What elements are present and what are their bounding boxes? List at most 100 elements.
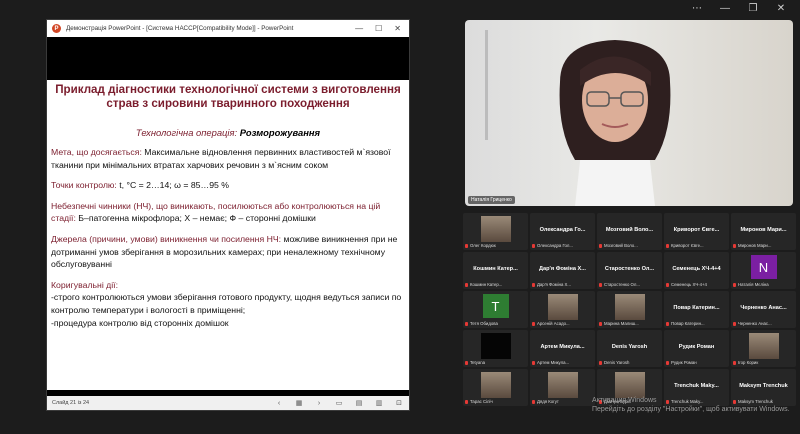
avatar: N <box>750 255 777 279</box>
participant-label: Повар Катерин... <box>666 321 727 326</box>
participant-label: Криворот Євге... <box>666 243 727 248</box>
windows-watermark: Активация Windows Перейдіть до розділу "… <box>592 397 790 413</box>
mic-muted-icon <box>733 282 736 287</box>
participant-label: Дар'я Фоміна Х... <box>532 282 593 287</box>
goal-section: Мета, що досягається: Максимальне віднов… <box>51 147 391 170</box>
main-video-name: Наталія Гриценко <box>468 196 515 204</box>
participant-name: Дар'я Фоміна Х... <box>539 266 586 272</box>
participant-label: Миронов Мари... <box>733 243 794 248</box>
slide-title: Приклад діагностики технологічної систем… <box>55 83 401 110</box>
main-video[interactable] <box>465 20 793 206</box>
minimize-icon[interactable]: — <box>718 3 732 14</box>
participant-name: Повар Катерин... <box>673 305 720 311</box>
participant-label: Тетя Обидова <box>465 321 526 326</box>
participant-tile[interactable]: Олег Кордюк <box>463 213 528 250</box>
control-points-section: Точки контролю: t, °С = 2…14; ω = 85…95 … <box>51 180 229 191</box>
avatar <box>614 294 645 320</box>
slide-sorter-icon[interactable]: ▦ <box>289 399 309 407</box>
participant-label: Тарас Сіліч <box>465 399 526 404</box>
normal-view-icon[interactable]: ▭ <box>329 399 349 407</box>
avatar <box>614 372 645 398</box>
participant-tile[interactable]: Кошмин Катер... Кошмин Катер... <box>463 252 528 289</box>
participant-label: Наталія Мєліна <box>733 282 794 287</box>
participant-tile[interactable]: Ігор Корик <box>731 330 796 367</box>
participant-name: Мозговий Воло... <box>605 227 654 233</box>
restore-icon[interactable]: ❐ <box>746 3 760 14</box>
mic-muted-icon <box>465 360 468 365</box>
participant-tile[interactable]: Denis Yarosh Denis Yarosh <box>597 330 662 367</box>
mic-muted-icon <box>465 399 468 404</box>
participant-tile[interactable]: Артем Микула... Артем Микула... <box>530 330 595 367</box>
mic-muted-icon <box>532 321 535 326</box>
participant-label: Старостенко Ол... <box>599 282 660 287</box>
participant-label: Арсеній Асадо... <box>532 321 593 326</box>
mic-muted-icon <box>599 243 602 248</box>
ppt-close-icon[interactable]: ✕ <box>394 24 401 33</box>
participant-tile[interactable]: Дядя Когут <box>530 369 595 406</box>
participant-tile[interactable]: Марина Малиш... <box>597 291 662 328</box>
participant-name: Олександра Го... <box>539 227 586 233</box>
participant-tile[interactable]: Миронов Мари... Миронов Мари... <box>731 213 796 250</box>
participant-label: Черненко Анас... <box>733 321 794 326</box>
slide-counter: Слайд 21 із 24 <box>52 400 90 406</box>
participant-name: Семенець ХЧ-4+4 <box>672 266 721 272</box>
ppt-minimize-icon[interactable]: — <box>355 24 363 33</box>
slideshow-icon[interactable]: ⊡ <box>389 399 409 407</box>
ppt-window-title: Демонстрація PowerPoint - [Система НАССР… <box>66 25 294 32</box>
participant-tile[interactable]: Олександра Го... Олександра Гол... <box>530 213 595 250</box>
participant-tile[interactable]: Семенець ХЧ-4+4 Семенець ХЧ-4+4 <box>664 252 729 289</box>
slide-operation: Технологічна операція: Розморожування <box>135 127 321 138</box>
participant-tile[interactable]: Рудик Роман Рудик Роман <box>664 330 729 367</box>
hazards-section: Небезпечні чинники (НЧ), що виникають, п… <box>51 200 381 224</box>
corrective-section: Коригувальні дії: -строго контролюються … <box>51 279 402 328</box>
participant-tile[interactable]: T Тетя Обидова <box>463 291 528 328</box>
mic-muted-icon <box>599 282 602 287</box>
mic-muted-icon <box>532 399 535 404</box>
avatar <box>547 294 578 320</box>
grid-view-icon[interactable]: ▤ <box>349 399 369 407</box>
close-icon[interactable]: ✕ <box>774 3 788 14</box>
participant-label: Кошмин Катер... <box>465 282 526 287</box>
participant-tile[interactable]: Мозговий Воло... Мозговий Воло... <box>597 213 662 250</box>
ppt-statusbar: Слайд 21 із 24 ‹ ▦ › ▭ ▤ ▥ ⊡ <box>47 396 409 410</box>
prev-slide-icon[interactable]: ‹ <box>269 400 289 407</box>
participant-tile[interactable]: Tetyana <box>463 330 528 367</box>
participant-name: Артем Микула... <box>540 344 585 350</box>
mic-muted-icon <box>599 321 602 326</box>
participant-tile[interactable]: Криворот Євге... Криворот Євге... <box>664 213 729 250</box>
participant-name: Черненко Анас... <box>740 305 787 311</box>
mic-muted-icon <box>733 360 736 365</box>
avatar <box>480 333 511 359</box>
mic-muted-icon <box>465 321 468 326</box>
mic-muted-icon <box>666 282 669 287</box>
mic-muted-icon <box>532 243 535 248</box>
ppt-titlebar: P Демонстрація PowerPoint - [Система НАС… <box>47 20 409 37</box>
slide-content: Приклад діагностики технологічної систем… <box>47 80 409 390</box>
mic-muted-icon <box>532 360 535 365</box>
window-controls: ⋯ — ❐ ✕ <box>690 3 788 14</box>
participant-tile[interactable]: Повар Катерин... Повар Катерин... <box>664 291 729 328</box>
participant-name: Maksym Trenchuk <box>739 383 788 389</box>
avatar <box>748 333 779 359</box>
participant-label: Артем Микула... <box>532 360 593 365</box>
participant-label: Семенець ХЧ-4+4 <box>666 282 727 287</box>
powerpoint-logo-icon: P <box>52 24 61 33</box>
participant-label: Олег Кордюк <box>465 243 526 248</box>
participant-tile[interactable]: Тарас Сіліч <box>463 369 528 406</box>
participant-tile[interactable]: Арсеній Асадо... <box>530 291 595 328</box>
reading-view-icon[interactable]: ▥ <box>369 399 389 407</box>
more-icon[interactable]: ⋯ <box>690 3 704 14</box>
mic-muted-icon <box>733 243 736 248</box>
avatar <box>480 216 511 242</box>
participants-gallery: Олег Кордюк Олександра Го... Олександра Го… <box>463 213 796 406</box>
ppt-restore-icon[interactable]: ☐ <box>375 24 382 33</box>
next-slide-icon[interactable]: › <box>309 400 329 407</box>
participant-tile[interactable]: Черненко Анас... Черненко Анас... <box>731 291 796 328</box>
mic-muted-icon <box>532 282 535 287</box>
participant-name: Миронов Мари... <box>740 227 787 233</box>
participant-tile[interactable]: Дар'я Фоміна Х... Дар'я Фоміна Х... <box>530 252 595 289</box>
participant-tile[interactable]: Старостенко Ол... Старостенко Ол... <box>597 252 662 289</box>
participant-label: Tetyana <box>465 360 526 365</box>
mic-muted-icon <box>666 321 669 326</box>
participant-tile[interactable]: N Наталія Мєліна <box>731 252 796 289</box>
